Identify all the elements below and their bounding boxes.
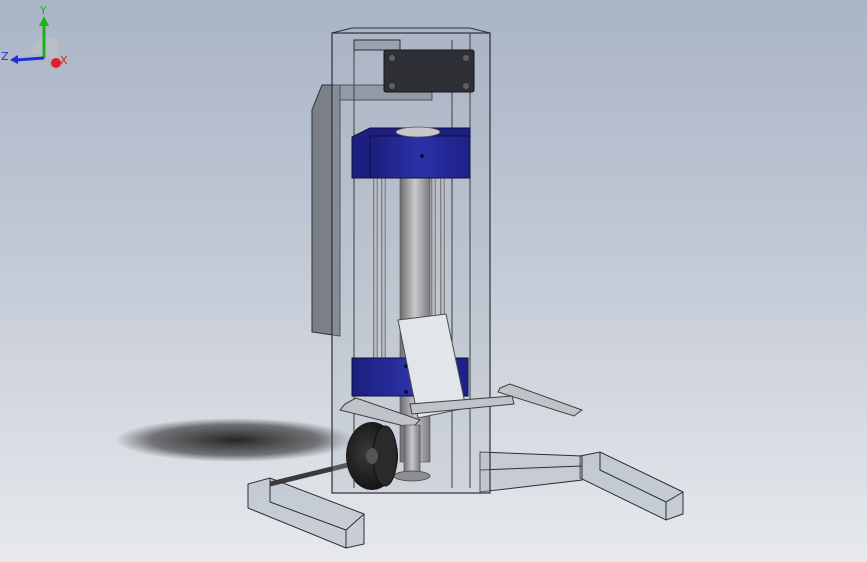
model-render[interactable] <box>0 0 867 562</box>
base-leg-right <box>579 451 684 521</box>
z-axis-arrow-icon <box>10 55 18 64</box>
z-axis-line <box>15 56 45 62</box>
top-mount-plate <box>383 49 475 93</box>
3d-viewport[interactable]: Y Z X <box>0 0 867 562</box>
triad-z-label: Z <box>1 50 9 63</box>
fork-post <box>403 424 421 476</box>
post-base-ring <box>393 470 431 482</box>
view-triad[interactable]: Y Z X <box>0 0 75 75</box>
base-crossbar <box>479 451 583 493</box>
caster-wheel <box>346 422 398 490</box>
floor-shadow <box>115 418 355 462</box>
upper-carriage-block <box>351 126 471 179</box>
triad-y-label: Y <box>39 4 47 17</box>
triad-x-label: X <box>60 54 68 67</box>
y-axis-arrow-icon <box>39 16 49 26</box>
